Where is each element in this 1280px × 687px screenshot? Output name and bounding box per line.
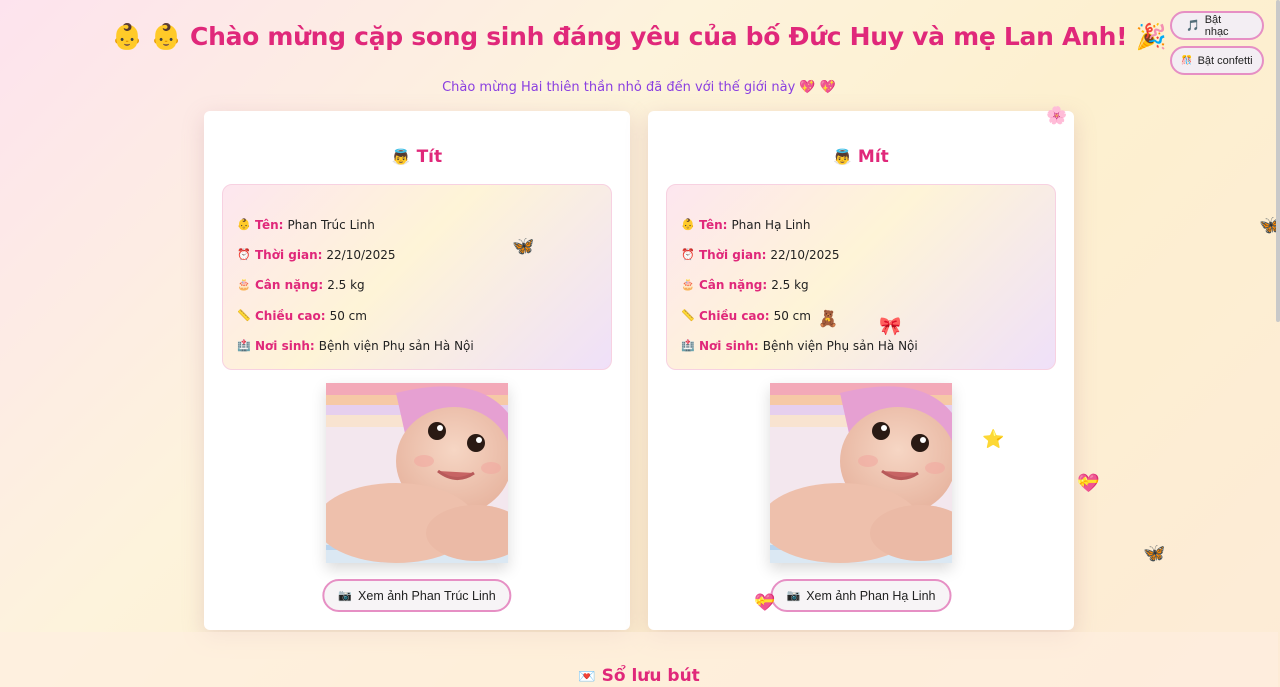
info-label: Chiều cao: [255,308,326,323]
info-value: Bệnh viện Phụ sản Hà Nội [318,338,474,353]
page-subtitle: Chào mừng Hai thiên thần nhỏ đã đến với … [442,80,836,95]
confetti-icon: 🎊 [1181,55,1193,65]
music-note-icon: 🎵 [1186,20,1200,32]
camera-icon: 📷 [786,590,801,602]
info-row-height: 📏 Chiều cao: 50 cm [237,301,597,331]
page-title: 👶 👶 Chào mừng cặp song sinh đáng yêu của… [111,22,1167,51]
ruler-icon: 📏 [681,308,695,322]
confetti-toggle-button[interactable]: 🎊 Bật confetti [1170,46,1264,75]
info-value: Phan Hạ Linh [731,218,811,233]
view-photo-button[interactable]: 📷 Xem ảnh Phan Hạ Linh [770,579,952,612]
angel-baby-icon: 👼 [833,148,852,166]
baby-card-title: 👼 Tít [204,147,630,167]
heart-decoration-icon: 🎀 [879,316,902,337]
info-label: Tên: [255,218,284,233]
view-photo-button[interactable]: 📷 Xem ảnh Phan Trúc Linh [322,579,512,612]
cake-icon: 🎂 [237,278,251,292]
hospital-icon: 🏥 [237,338,251,352]
scrollbar-thumb[interactable] [1276,0,1280,322]
info-label: Cân nặng: [699,278,768,293]
heart-decoration-icon: 💝 [754,593,776,613]
info-value: 50 cm [773,308,811,323]
info-value: 22/10/2025 [326,248,396,263]
teddy-decoration-icon: 🧸 [818,309,838,328]
music-toggle-label: Bật nhạc [1204,13,1229,38]
baby-nickname: Tít [416,147,443,167]
flower-decoration-icon: 🌸 [1046,106,1068,126]
info-row-birthplace: 🏥 Nơi sinh: Bệnh viện Phụ sản Hà Nội [237,331,597,361]
info-row-birthplace: 🏥 Nơi sinh: Bệnh viện Phụ sản Hà Nội [681,331,1041,361]
star-decoration-icon: ⭐ [982,429,1005,450]
info-value: Phan Trúc Linh [287,218,375,233]
guestbook-title-text: Sổ lưu bút [601,666,700,686]
baby-info-box: 👶 Tên: Phan Trúc Linh ⏰ Thời gian: 22/10… [222,184,612,370]
confetti-toggle-label: Bật confetti [1197,54,1253,67]
info-row-weight: 🎂 Cân nặng: 2.5 kg [237,270,597,300]
info-row-weight: 🎂 Cân nặng: 2.5 kg [681,270,1041,300]
info-label: Nơi sinh: [255,338,315,353]
angel-baby-icon: 👼 [391,148,411,166]
love-letter-icon: 💌 [578,669,596,685]
butterfly-decoration-icon: 🦋 [1143,543,1166,564]
info-label: Chiều cao: [699,308,770,323]
alarm-clock-icon: ⏰ [681,248,695,262]
butterfly-decoration-icon: 🦋 [512,236,535,257]
info-label: Nơi sinh: [699,338,759,353]
baby-info-box: 👶 Tên: Phan Hạ Linh ⏰ Thời gian: 22/10/2… [666,184,1056,370]
view-photo-label: Xem ảnh Phan Hạ Linh [806,588,936,603]
baby-card-2: 👼 Mít 👶 Tên: Phan Hạ Linh ⏰ Thời gian: 22… [648,111,1074,630]
baby-card-title: 👼 Mít [648,147,1074,167]
music-toggle-button[interactable]: 🎵 Bật nhạc [1170,11,1264,40]
info-value: 2.5 kg [327,278,365,293]
baby-photo-image [770,383,952,563]
baby-photo-image [326,383,508,563]
baby-icon: 👶 [681,218,695,232]
info-row-height: 📏 Chiều cao: 50 cm [681,301,1041,331]
info-value: 50 cm [329,308,367,323]
info-row-time: ⏰ Thời gian: 22/10/2025 [237,240,597,270]
baby-card-1: 👼 Tít 👶 Tên: Phan Trúc Linh ⏰ Thời gian: … [204,111,630,630]
info-row-name: 👶 Tên: Phan Trúc Linh [237,210,597,240]
ruler-icon: 📏 [237,308,251,322]
hospital-icon: 🏥 [681,338,695,352]
baby-photo[interactable] [770,383,952,563]
info-value: 22/10/2025 [770,248,840,263]
info-row-name: 👶 Tên: Phan Hạ Linh [681,210,1041,240]
alarm-clock-icon: ⏰ [237,248,251,262]
info-value: Bệnh viện Phụ sản Hà Nội [762,338,918,353]
info-row-time: ⏰ Thời gian: 22/10/2025 [681,240,1041,270]
camera-icon: 📷 [338,590,353,602]
info-label: Tên: [699,218,728,233]
baby-icon: 👶 [237,218,251,232]
info-value: 2.5 kg [771,278,809,293]
baby-nickname: Mít [857,147,889,167]
info-label: Thời gian: [699,248,767,263]
baby-photo[interactable] [326,383,508,563]
heart-decoration-icon: 💝 [1077,473,1100,494]
view-photo-label: Xem ảnh Phan Trúc Linh [358,588,496,603]
guestbook-title: 💌 Sổ lưu bút [0,666,1278,686]
info-label: Cân nặng: [255,278,324,293]
info-label: Thời gian: [255,248,323,263]
cake-icon: 🎂 [681,278,695,292]
